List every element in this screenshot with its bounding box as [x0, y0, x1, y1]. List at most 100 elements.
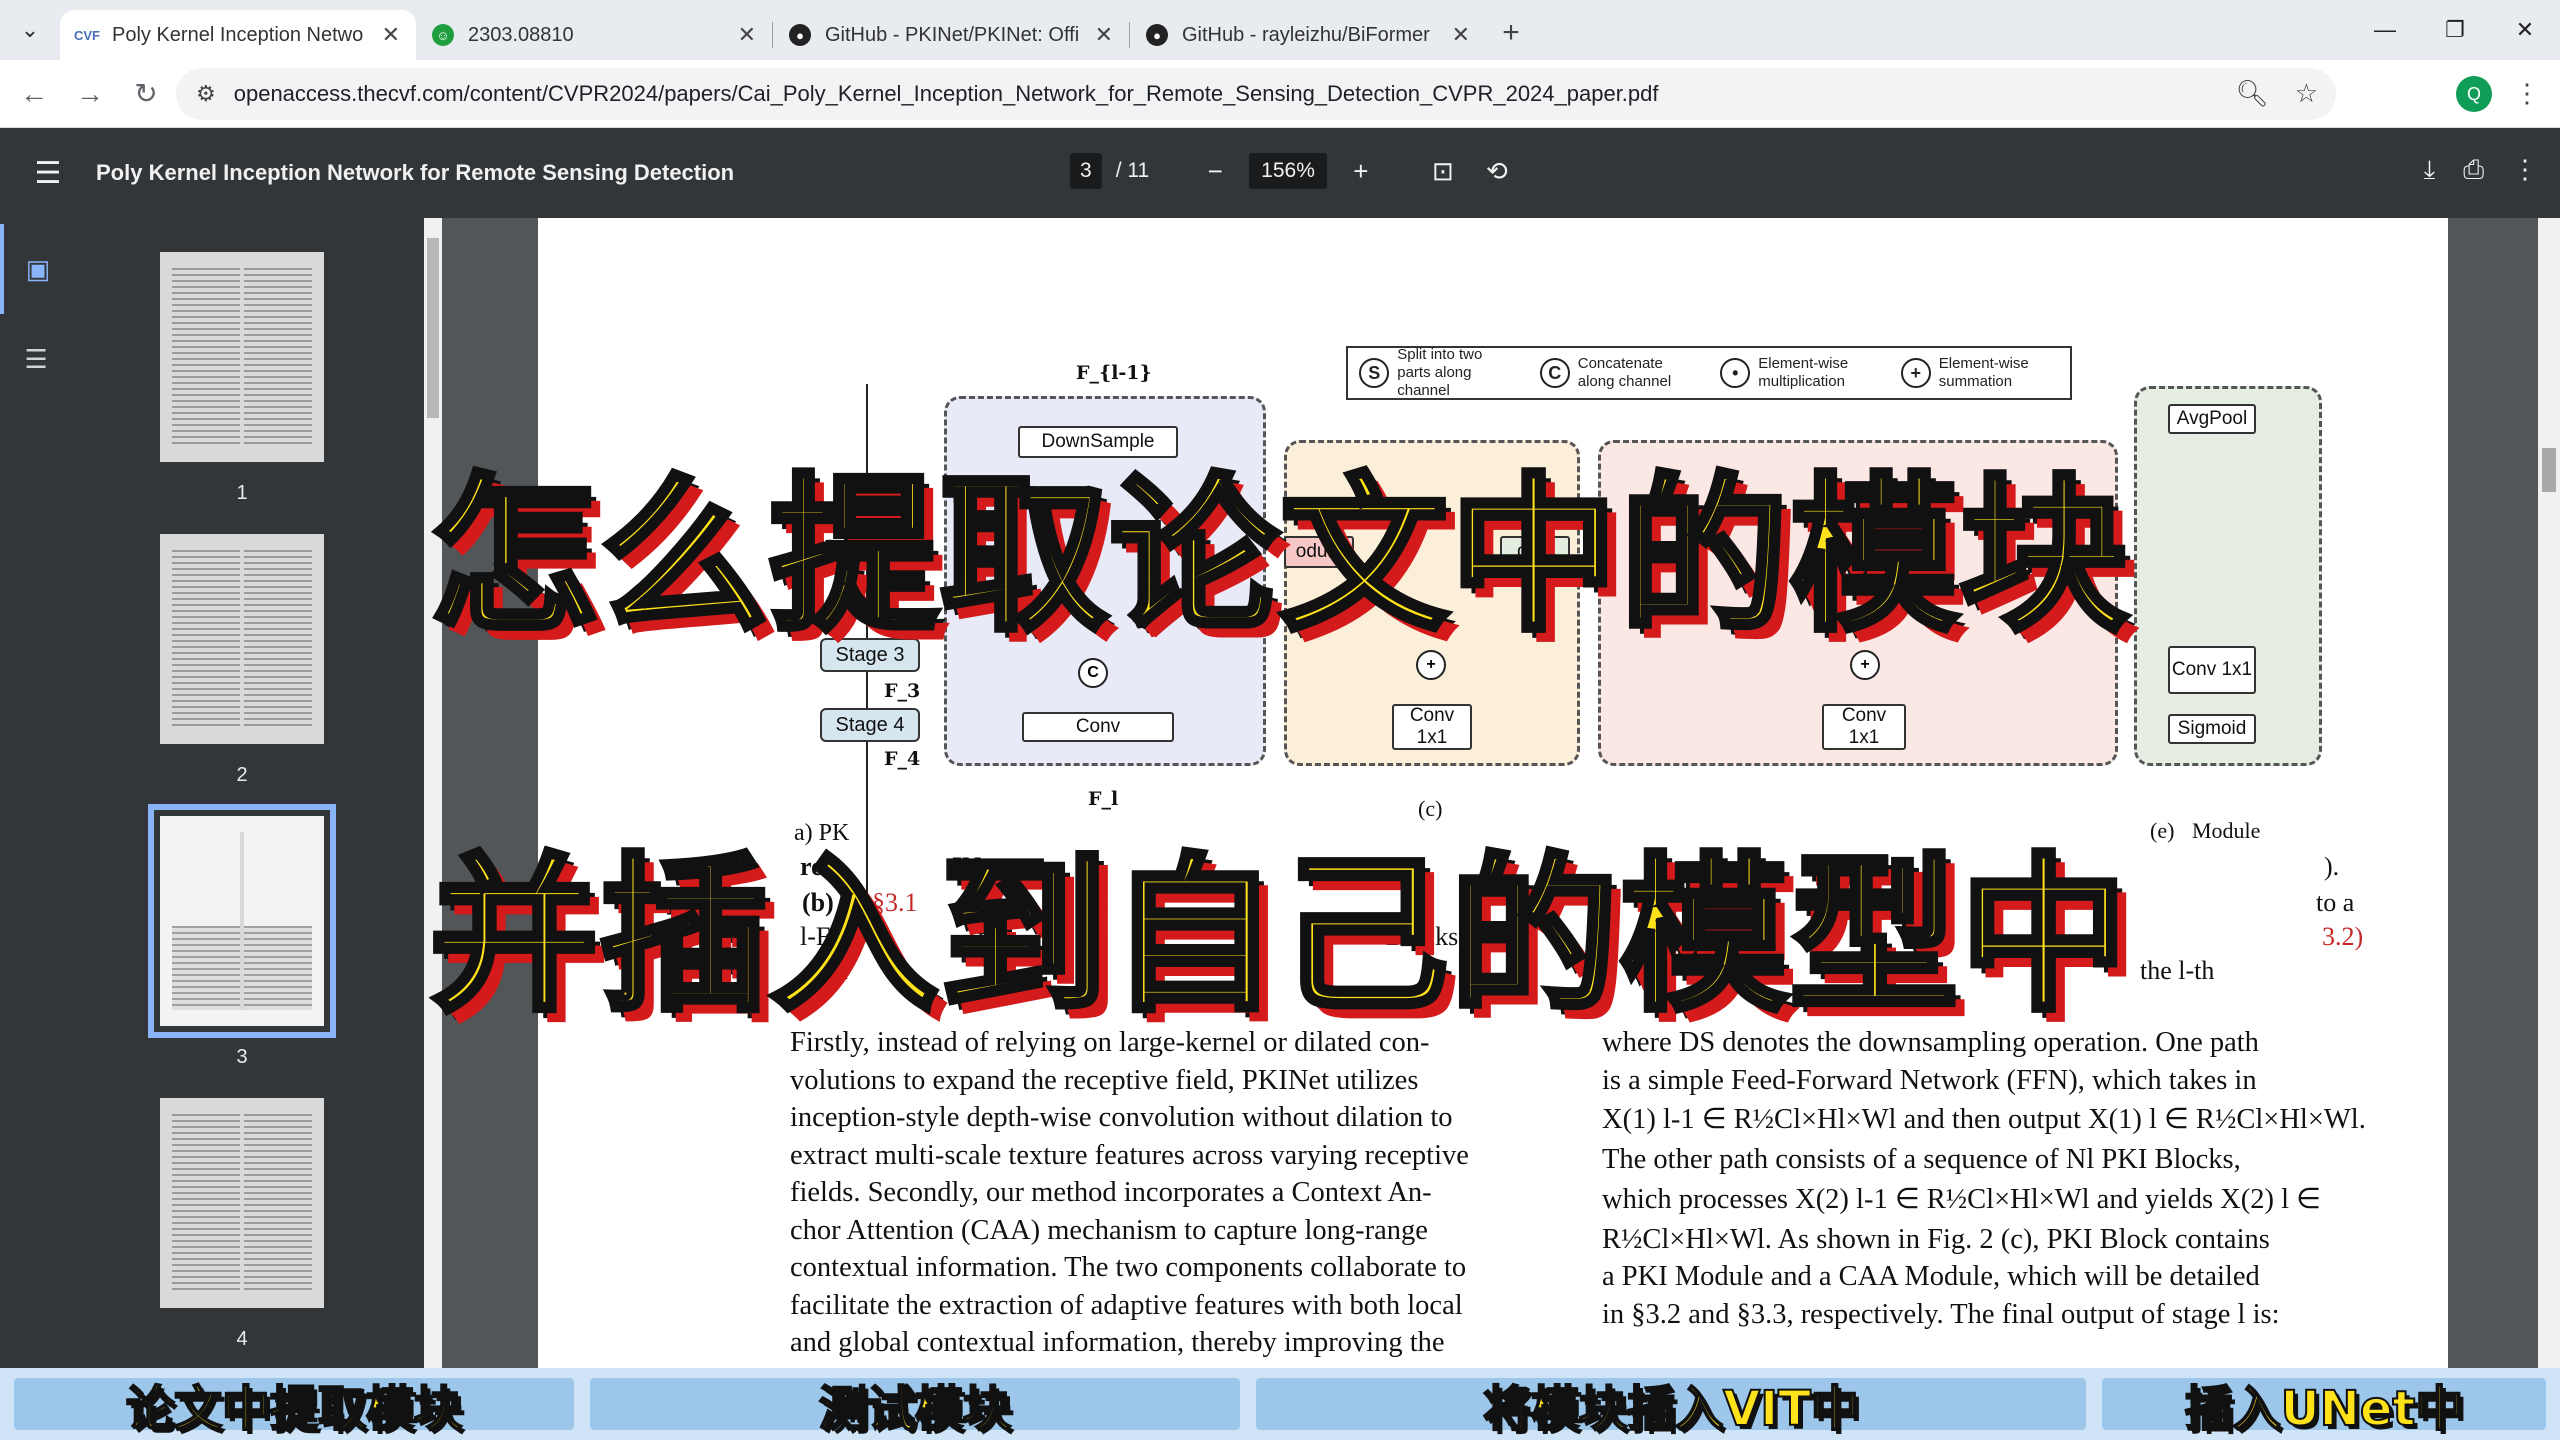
tab-title: Poly Kernel Inception Netwo — [112, 23, 364, 46]
overlay-title-line-2: 并插入到自己的模型中 — [427, 835, 2131, 1037]
stage-4-block: Stage 4 — [820, 708, 920, 742]
bottom-banner: 论文中提取模块 测试模块 将模块插入VIT中 插入UNet中 — [0, 1368, 2560, 1440]
body-line: volutions to expand the receptive field,… — [790, 1064, 1419, 1096]
pdf-page: S Split into two parts along channel C Con… — [538, 218, 2448, 1368]
thumbnail-number: 4 — [236, 1328, 248, 1350]
legend-concat: Concatenate along channel — [1577, 355, 1672, 390]
tab-title: GitHub - rayleizhu/BiFormer — [1182, 23, 1430, 46]
print-icon[interactable]: ⎙ — [2463, 154, 2484, 186]
body-line: R½Cl×Hl×Wl. As shown in Fig. 2 (c), PKI … — [1602, 1223, 2270, 1255]
url-text[interactable]: openaccess.thecvf.com/content/CVPR2024/p… — [234, 81, 1659, 107]
body-line: X(1) l-1 ∈ R½Cl×Hl×Wl and then output X(… — [1602, 1104, 2366, 1135]
overlay-title-line-1: 怎么提取论文中的模块 — [427, 455, 2131, 657]
fit-page-icon[interactable]: ⊡ — [1423, 156, 1463, 187]
document-title: Poly Kernel Inception Network for Remote… — [96, 160, 735, 185]
legend-sum: Element-wise summation — [1938, 355, 2029, 390]
thumbnail-number: 3 — [236, 1046, 248, 1068]
github-favicon-icon: ● — [789, 24, 811, 46]
thumbnail-page-4[interactable]: 4 — [72, 1098, 412, 1351]
concat-symbol-icon: C — [1539, 358, 1570, 388]
outline-view-icon[interactable]: ☰ — [0, 314, 72, 404]
zoom-level-input[interactable]: 156% — [1249, 153, 1327, 189]
conv-1x1-block: Conv 1x1 — [1392, 704, 1472, 750]
page-number-input[interactable]: 3 — [1070, 153, 1102, 189]
f-l-minus-1-label: F_{l-1} — [1076, 362, 1152, 384]
reload-icon[interactable]: ↻ — [118, 77, 174, 110]
conv-block: Conv — [1022, 712, 1174, 742]
main-scrollbar[interactable] — [2538, 218, 2560, 1368]
tab-title: GitHub - PKINet/PKINet: Offi — [825, 23, 1080, 46]
cvf-favicon-icon: CVF — [74, 27, 100, 43]
pdf-viewer: S Split into two parts along channel C Con… — [442, 218, 2546, 1368]
rotate-icon[interactable]: ⟲ — [1477, 156, 1517, 187]
body-right-column: where DS denotes the downsampling operat… — [1602, 1024, 2366, 1333]
body-line: which processes X(2) l-1 ∈ R½Cl×Hl×Wl an… — [1602, 1183, 2321, 1215]
github-favicon-icon: ● — [1146, 24, 1168, 46]
thumbnail-sidebar: ▣ ☰ 1 2 3 4 — [0, 218, 442, 1368]
close-tab-icon[interactable]: ✕ — [738, 22, 756, 48]
sigmoid-block: Sigmoid — [2168, 714, 2256, 744]
body-line: extract multi-scale texture features acr… — [790, 1139, 1469, 1171]
close-tab-icon[interactable]: ✕ — [1452, 22, 1470, 48]
zoom-icon[interactable]: 🔍︎ — [2236, 78, 2269, 109]
body-line: a PKI Module and a CAA Module, which wil… — [1602, 1261, 2260, 1292]
back-icon[interactable]: ← — [6, 78, 62, 110]
body-line: inception-style depth-wise convolution w… — [790, 1102, 1453, 1133]
pdf-toolbar: ☰ Poly Kernel Inception Network for Remo… — [0, 128, 2560, 218]
forward-icon[interactable]: → — [62, 78, 118, 110]
body-line: The other path consists of a sequence of… — [1602, 1144, 2241, 1175]
f4-label: F_4 — [884, 748, 921, 770]
body-line: contextual information. The two componen… — [790, 1252, 1467, 1283]
bookmark-star-icon[interactable]: ☆ — [2295, 78, 2318, 109]
banner-label-test: 测试模块 — [818, 1380, 1012, 1438]
zoom-in-icon[interactable]: + — [1341, 156, 1381, 187]
split-symbol-icon: S — [1359, 358, 1390, 388]
page-thumbnail[interactable] — [160, 1098, 324, 1308]
close-window-icon[interactable]: ✕ — [2490, 0, 2560, 60]
sidebar-scrollbar[interactable] — [424, 218, 442, 1368]
page-total: / 11 — [1115, 159, 1150, 182]
sum-symbol-icon: + — [1900, 358, 1931, 388]
conv-1x1-block: Conv 1x1 — [1822, 704, 1906, 750]
zoom-out-icon[interactable]: − — [1195, 156, 1235, 187]
banner-label-vit: 将模块插入VIT中 — [1482, 1380, 1860, 1438]
address-bar[interactable]: ⚙ openaccess.thecvf.com/content/CVPR2024… — [176, 68, 2336, 120]
tab-2[interactable]: ☺ 2303.08810 ✕ — [416, 10, 772, 60]
tab-3[interactable]: ● GitHub - PKINet/PKINet: Offi ✕ — [773, 10, 1129, 60]
minimize-icon[interactable]: — — [2350, 0, 2420, 60]
browser-menu-icon[interactable]: ⋮ — [2514, 78, 2540, 109]
f3-label: F_3 — [884, 680, 921, 702]
profile-avatar[interactable]: Q — [2456, 76, 2492, 112]
banner-label-unet: 插入UNet中 — [2184, 1380, 2465, 1438]
arxiv-favicon-icon: ☺ — [432, 24, 454, 46]
thumbnails-view-icon[interactable]: ▣ — [0, 224, 72, 314]
tab-strip: ⌄ CVF Poly Kernel Inception Netwo ✕ ☺ 23… — [0, 0, 2560, 60]
sidebar-menu-icon[interactable]: ☰ — [0, 156, 96, 191]
download-icon[interactable]: ⤓ — [2424, 154, 2436, 186]
thumbnail-number: 2 — [236, 764, 248, 786]
close-tab-icon[interactable]: ✕ — [382, 22, 400, 48]
legend-multiply: Element-wise multiplication — [1758, 355, 1849, 390]
restore-icon[interactable]: ❐ — [2420, 0, 2490, 60]
address-toolbar: ← → ↻ ⚙ openaccess.thecvf.com/content/CV… — [0, 60, 2560, 128]
body-line: facilitate the extraction of adaptive fe… — [790, 1289, 1463, 1321]
more-options-icon[interactable]: ⋮ — [2512, 154, 2538, 186]
body-line: chor Attention (CAA) mechanism to captur… — [790, 1214, 1428, 1246]
legend-split: Split into two parts along channel — [1397, 346, 1483, 399]
tab-1[interactable]: CVF Poly Kernel Inception Netwo ✕ — [60, 10, 416, 60]
multiply-symbol-icon: • — [1720, 358, 1751, 388]
window-controls: — ❐ ✕ — [2350, 0, 2560, 60]
body-left-column: Firstly, instead of relying on large-ker… — [790, 1024, 1532, 1362]
body-line: and global contextual information, there… — [790, 1327, 1445, 1358]
tab-title: 2303.08810 — [468, 23, 574, 46]
banner-label-extract: 论文中提取模块 — [125, 1380, 463, 1438]
tab-4[interactable]: ● GitHub - rayleizhu/BiFormer ✕ — [1130, 10, 1486, 60]
body-line: fields. Secondly, our method incorporate… — [790, 1177, 1432, 1208]
figure-legend: S Split into two parts along channel C Con… — [1346, 346, 2072, 400]
tab-search-icon[interactable]: ⌄ — [0, 0, 60, 60]
close-tab-icon[interactable]: ✕ — [1095, 22, 1113, 48]
new-tab-button[interactable]: + — [1486, 16, 1536, 50]
site-info-icon[interactable]: ⚙ — [196, 81, 216, 107]
body-line: is a simple Feed-Forward Network (FFN), … — [1602, 1064, 2257, 1096]
body-line: in §3.2 and §3.3, respectively. The fina… — [1602, 1298, 2280, 1330]
